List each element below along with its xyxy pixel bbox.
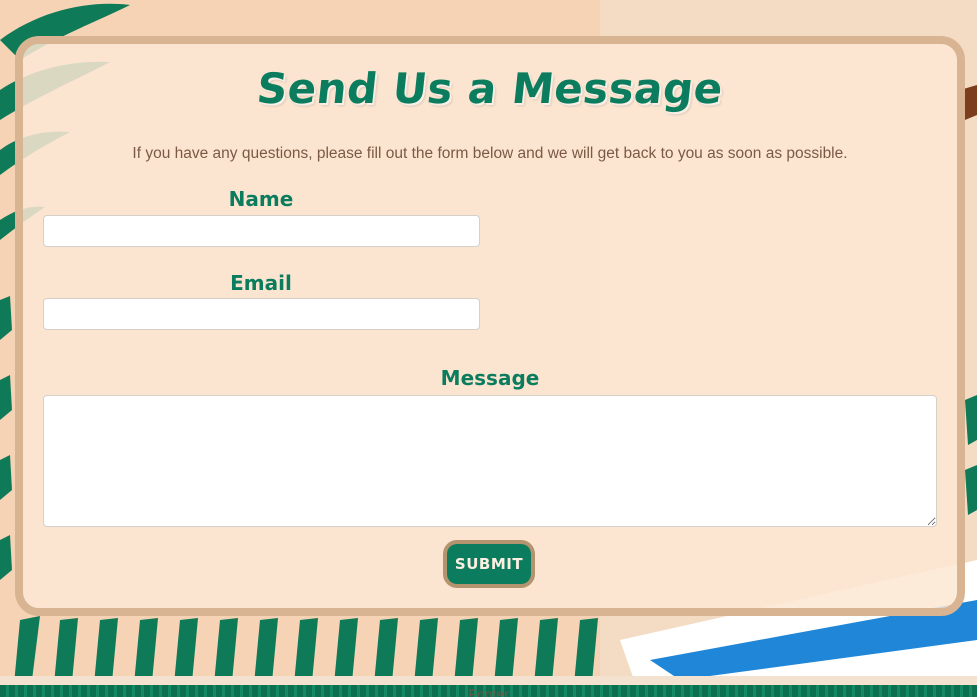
message-textarea[interactable] — [43, 395, 937, 527]
submit-button[interactable]: SUBMIT — [447, 544, 531, 584]
sand-strip — [0, 676, 977, 685]
contact-form-card: Send Us a Message If you have any questi… — [15, 36, 965, 616]
form-description: If you have any questions, please fill o… — [132, 145, 848, 162]
message-label: Message — [440, 366, 540, 390]
page-title: Send Us a Message — [254, 64, 726, 113]
footer-text: Footer — [468, 686, 509, 697]
email-label: Email — [230, 271, 292, 295]
name-label: Name — [228, 187, 294, 211]
email-input[interactable] — [43, 298, 480, 330]
submit-button-frame: SUBMIT — [443, 540, 535, 588]
footer: Footer — [0, 685, 977, 697]
name-input[interactable] — [43, 215, 480, 247]
